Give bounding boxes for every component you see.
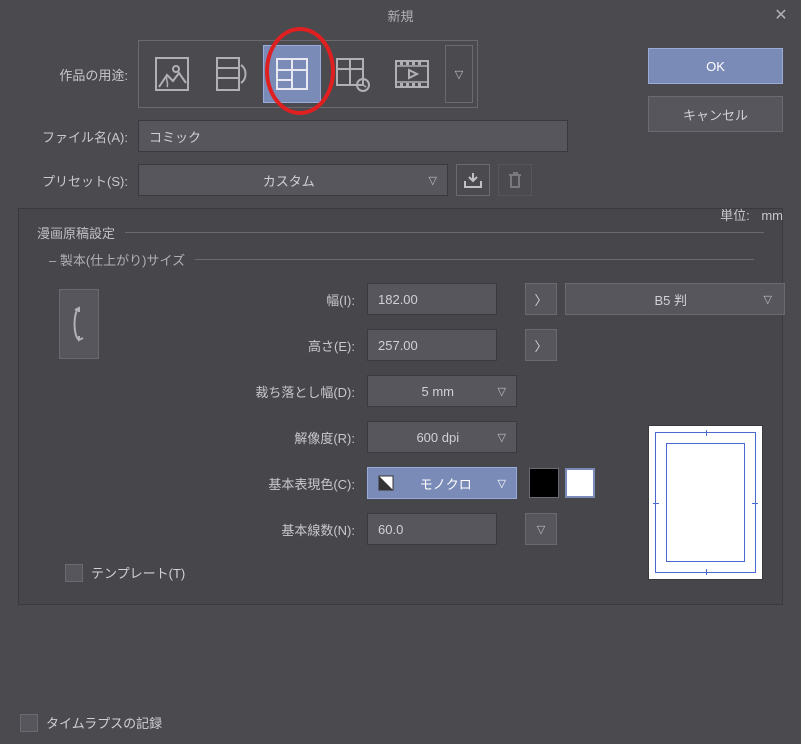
screen-lines-input[interactable] <box>367 513 497 545</box>
window-title: 新規 <box>387 6 413 25</box>
resolution-select[interactable]: 600 dpi ▽ <box>367 421 517 453</box>
animation-icon <box>393 55 431 93</box>
preset-select[interactable]: カスタム ▽ <box>138 164 448 196</box>
usage-webtoon-button[interactable] <box>203 45 261 103</box>
divider <box>125 232 764 233</box>
preset-delete-button[interactable] <box>498 164 532 196</box>
color-mode-value: モノクロ <box>420 474 472 493</box>
chevron-down-icon: ▽ <box>537 523 545 536</box>
size-preset-value: B5 判 <box>655 290 688 309</box>
usage-label: 作品の用途: <box>18 65 138 84</box>
bleed-select[interactable]: 5 mm ▽ <box>367 375 517 407</box>
divider <box>195 259 754 260</box>
template-checkbox[interactable] <box>65 564 83 582</box>
orientation-button[interactable] <box>59 289 99 359</box>
usage-print-comic-button[interactable] <box>323 45 381 103</box>
print-comic-icon <box>333 55 371 93</box>
size-preset-select[interactable]: B5 判 ▽ <box>565 283 785 315</box>
width-expand-button[interactable]: 〉 <box>525 283 557 315</box>
chevron-down-icon: ▽ <box>498 385 506 398</box>
height-expand-button[interactable]: 〉 <box>525 329 557 361</box>
template-label: テンプレート(T) <box>91 563 185 582</box>
panel-subtitle: – 製本(仕上がり)サイズ <box>49 250 185 269</box>
preview-bleed-area <box>655 432 756 573</box>
chevron-right-icon: 〉 <box>534 336 547 355</box>
timelapse-checkbox[interactable] <box>20 714 38 732</box>
illustration-icon <box>153 55 191 93</box>
usage-toolbar: ▽ <box>138 40 478 108</box>
chevron-down-icon: ▽ <box>498 431 506 444</box>
close-icon: ✕ <box>774 5 787 25</box>
filename-label: ファイル名(A): <box>18 127 138 146</box>
preview-trim-area <box>666 443 745 562</box>
preset-value: カスタム <box>149 171 429 190</box>
chevron-down-icon: ▽ <box>764 293 772 306</box>
usage-more-button[interactable]: ▽ <box>445 45 473 103</box>
bleed-label: 裁ち落とし幅(D): <box>117 382 367 401</box>
preset-label: プリセット(S): <box>18 171 138 190</box>
chevron-down-icon: ▽ <box>429 174 437 187</box>
filename-input[interactable] <box>138 120 568 152</box>
usage-animation-button[interactable] <box>383 45 441 103</box>
page-preview <box>648 425 763 580</box>
comic-icon <box>273 55 311 93</box>
width-label: 幅(I): <box>117 290 367 309</box>
titlebar: 新規 ✕ <box>0 0 801 30</box>
screen-lines-label: 基本線数(N): <box>117 520 367 539</box>
bleed-value: 5 mm <box>378 384 498 399</box>
webtoon-icon <box>213 55 251 93</box>
color-swatch-white[interactable] <box>565 468 595 498</box>
unit-label: 単位: mm <box>720 205 783 224</box>
color-mode-label: 基本表現色(C): <box>117 474 367 493</box>
height-input[interactable] <box>367 329 497 361</box>
resolution-label: 解像度(R): <box>117 428 367 447</box>
monochrome-icon <box>378 475 394 491</box>
color-mode-select[interactable]: モノクロ ▽ <box>367 467 517 499</box>
ok-button[interactable]: OK <box>648 48 783 84</box>
height-label: 高さ(E): <box>117 336 367 355</box>
preset-save-button[interactable] <box>456 164 490 196</box>
usage-illustration-button[interactable] <box>143 45 201 103</box>
chevron-down-icon: ▽ <box>455 68 463 81</box>
usage-comic-button[interactable] <box>263 45 321 103</box>
close-button[interactable]: ✕ <box>761 0 801 30</box>
chevron-right-icon: 〉 <box>534 290 547 309</box>
cancel-button[interactable]: キャンセル <box>648 96 783 132</box>
rotate-icon <box>69 304 89 344</box>
timelapse-label: タイムラプスの記録 <box>46 713 162 732</box>
width-input[interactable] <box>367 283 497 315</box>
resolution-value: 600 dpi <box>378 430 498 445</box>
color-swatch-black[interactable] <box>529 468 559 498</box>
screen-lines-dropdown-button[interactable]: ▽ <box>525 513 557 545</box>
chevron-down-icon: ▽ <box>498 477 506 490</box>
trash-icon <box>507 171 523 189</box>
save-icon <box>463 171 483 189</box>
panel-title: 漫画原稿設定 <box>37 223 115 242</box>
